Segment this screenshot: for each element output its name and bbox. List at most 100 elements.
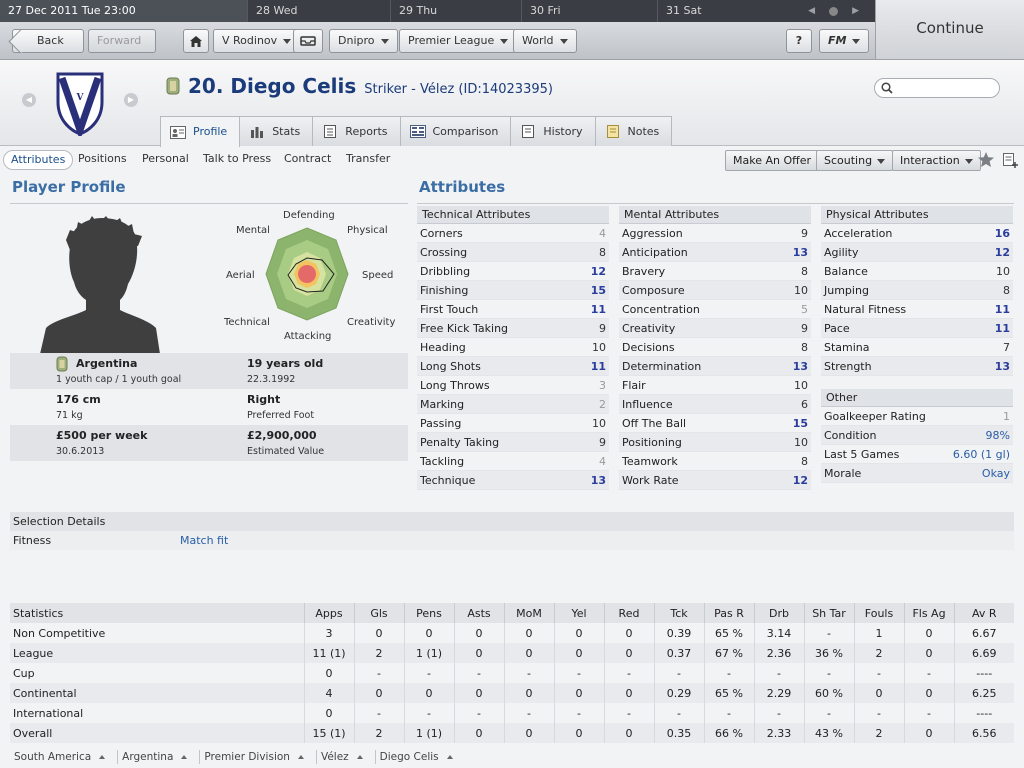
column-header[interactable]: Pens xyxy=(403,603,454,623)
today-dot-icon[interactable] xyxy=(829,6,839,16)
attribute-row[interactable]: Teamwork 8 xyxy=(619,452,811,471)
column-header[interactable]: Statistics xyxy=(10,603,304,623)
attribute-row[interactable]: Penalty Taking 9 xyxy=(417,433,609,452)
club-menu[interactable]: Dnipro xyxy=(329,29,398,53)
column-header[interactable]: Av R xyxy=(953,603,1014,623)
interaction-menu[interactable]: Interaction xyxy=(892,150,981,171)
column-header[interactable]: Yel xyxy=(553,603,604,623)
make-offer-button[interactable]: Make An Offer xyxy=(725,150,819,171)
attribute-row[interactable]: Goalkeeper Rating 1 xyxy=(821,407,1013,426)
attribute-row[interactable]: Morale Okay xyxy=(821,464,1013,483)
shortlist-star-icon[interactable] xyxy=(977,151,995,168)
column-header[interactable]: Tck xyxy=(653,603,704,623)
attribute-row[interactable]: Passing 10 xyxy=(417,414,609,433)
attribute-row[interactable]: Acceleration 16 xyxy=(821,224,1013,243)
attribute-row[interactable]: Balance 10 xyxy=(821,262,1013,281)
attribute-row[interactable]: Finishing 15 xyxy=(417,281,609,300)
attribute-row[interactable]: Technique 13 xyxy=(417,471,609,490)
attribute-row[interactable]: Crossing 8 xyxy=(417,243,609,262)
column-header[interactable]: Fls Ag xyxy=(903,603,954,623)
calendar-day[interactable]: 31 Sat xyxy=(658,0,796,22)
subtab-talk-to-press[interactable]: Talk to Press xyxy=(196,150,278,170)
attribute-row[interactable]: Jumping 8 xyxy=(821,281,1013,300)
tab-comparison[interactable]: Comparison xyxy=(399,116,512,146)
attribute-row[interactable]: Tackling 4 xyxy=(417,452,609,471)
attribute-row[interactable]: Marking 2 xyxy=(417,395,609,414)
prev-day-icon[interactable]: ◀ xyxy=(808,6,815,16)
attribute-row[interactable]: Pace 11 xyxy=(821,319,1013,338)
attribute-row[interactable]: Bravery 8 xyxy=(619,262,811,281)
attribute-row[interactable]: Natural Fitness 11 xyxy=(821,300,1013,319)
attribute-row[interactable]: Condition 98% xyxy=(821,426,1013,445)
attribute-row[interactable]: Decisions 8 xyxy=(619,338,811,357)
attribute-row[interactable]: Flair 10 xyxy=(619,376,811,395)
column-header[interactable]: Drb xyxy=(753,603,804,623)
prev-player-icon[interactable]: ◀ xyxy=(22,93,36,107)
attribute-row[interactable]: Agility 12 xyxy=(821,243,1013,262)
attribute-row[interactable]: Anticipation 13 xyxy=(619,243,811,262)
attribute-row[interactable]: Heading 10 xyxy=(417,338,609,357)
nation-name[interactable]: Argentina xyxy=(76,355,137,373)
column-header[interactable]: Pas R xyxy=(703,603,754,623)
subtab-positions[interactable]: Positions xyxy=(71,150,134,170)
attribute-row[interactable]: Influence 6 xyxy=(619,395,811,414)
breadcrumb-item[interactable]: Argentina xyxy=(118,750,201,764)
attribute-row[interactable]: Last 5 Games 6.60 (1 gl) xyxy=(821,445,1013,464)
attribute-row[interactable]: Aggression 9 xyxy=(619,224,811,243)
continue-button[interactable]: Continue xyxy=(875,0,1024,60)
attribute-row[interactable]: Composure 10 xyxy=(619,281,811,300)
manager-menu[interactable]: V Rodinov xyxy=(213,29,301,53)
calendar-day[interactable]: 28 Wed xyxy=(248,0,391,22)
calendar-day[interactable]: 29 Thu xyxy=(391,0,522,22)
column-header[interactable]: Asts xyxy=(453,603,504,623)
column-header[interactable]: Red xyxy=(603,603,654,623)
tab-stats[interactable]: Stats xyxy=(239,116,314,146)
breadcrumb-item[interactable]: South America xyxy=(10,750,119,764)
player-subtitle[interactable]: Striker - Vélez (ID:14023395) xyxy=(364,82,553,97)
fitness-value[interactable]: Match fit xyxy=(180,531,228,550)
attribute-row[interactable]: Positioning 10 xyxy=(619,433,811,452)
calendar-day[interactable]: 30 Fri xyxy=(522,0,658,22)
attribute-row[interactable]: Determination 13 xyxy=(619,357,811,376)
attribute-row[interactable]: Stamina 7 xyxy=(821,338,1013,357)
subtab-personal[interactable]: Personal xyxy=(135,150,196,170)
fm-menu[interactable]: FM xyxy=(819,29,870,53)
subtab-transfer[interactable]: Transfer xyxy=(339,150,397,170)
back-button[interactable]: Back xyxy=(12,29,84,53)
next-player-icon[interactable]: ▶ xyxy=(124,93,138,107)
attribute-row[interactable]: Strength 13 xyxy=(821,357,1013,376)
inbox-button[interactable] xyxy=(293,29,323,53)
breadcrumb-item[interactable]: Premier Division xyxy=(200,750,317,764)
attribute-row[interactable]: Free Kick Taking 9 xyxy=(417,319,609,338)
breadcrumb-item[interactable]: Vélez xyxy=(317,750,376,764)
subtab-contract[interactable]: Contract xyxy=(277,150,338,170)
tab-notes[interactable]: Notes xyxy=(594,116,673,146)
subtab-attributes[interactable]: Attributes xyxy=(3,150,74,170)
attribute-row[interactable]: Work Rate 12 xyxy=(619,471,811,490)
column-header[interactable]: Sh Tar xyxy=(803,603,854,623)
attribute-row[interactable]: First Touch 11 xyxy=(417,300,609,319)
column-header[interactable]: MoM xyxy=(503,603,554,623)
forward-button[interactable]: Forward xyxy=(88,29,156,53)
column-header[interactable]: Fouls xyxy=(853,603,904,623)
add-note-icon[interactable] xyxy=(1002,152,1019,168)
next-day-icon[interactable]: ▶ xyxy=(852,6,859,16)
help-button[interactable]: ? xyxy=(786,29,812,53)
tab-profile[interactable]: Profile xyxy=(160,116,241,147)
attribute-row[interactable]: Corners 4 xyxy=(417,224,609,243)
world-menu[interactable]: World xyxy=(513,29,577,53)
calendar-day-today[interactable]: 27 Dec 2011 Tue 23:00 xyxy=(0,0,248,22)
attribute-row[interactable]: Concentration 5 xyxy=(619,300,811,319)
league-menu[interactable]: Premier League xyxy=(399,29,518,53)
home-button[interactable] xyxy=(183,29,209,53)
tab-reports[interactable]: Reports xyxy=(312,116,401,146)
tab-history[interactable]: History xyxy=(510,116,596,146)
attribute-row[interactable]: Creativity 9 xyxy=(619,319,811,338)
attribute-row[interactable]: Long Shots 11 xyxy=(417,357,609,376)
search-input[interactable] xyxy=(874,78,1000,98)
breadcrumb-item[interactable]: Diego Celis xyxy=(376,750,465,764)
attribute-row[interactable]: Long Throws 3 xyxy=(417,376,609,395)
attribute-row[interactable]: Off The Ball 15 xyxy=(619,414,811,433)
scouting-menu[interactable]: Scouting xyxy=(816,150,894,171)
column-header[interactable]: Apps xyxy=(303,603,354,623)
